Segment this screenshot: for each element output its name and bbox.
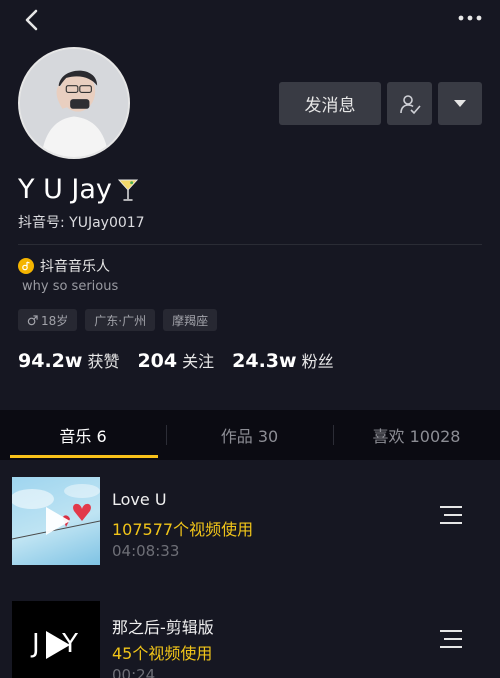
following-count: 204 <box>137 350 178 372</box>
divider <box>18 244 482 245</box>
followers-label: 粉丝 <box>301 352 334 371</box>
tag-zodiac: 摩羯座 <box>163 309 218 331</box>
stat-followers[interactable]: 24.3w 粉丝 <box>232 348 333 372</box>
male-icon <box>27 314 38 325</box>
tab-bar: 音乐 6 作品 30 喜欢 10028 <box>0 410 500 460</box>
likes-count: 94.2w <box>18 350 83 372</box>
music-item[interactable]: J Y 那之后-剪辑版 45个视频使用 00:24 <box>0 598 500 678</box>
tab-music[interactable]: 音乐 6 <box>0 410 166 460</box>
play-icon[interactable] <box>42 505 72 537</box>
back-icon[interactable] <box>22 8 44 32</box>
bio: why so serious <box>22 279 119 294</box>
music-item[interactable]: Love U 107577个视频使用 04:08:33 <box>0 474 500 569</box>
verification-row: 抖音音乐人 <box>18 256 110 276</box>
douyin-id: 抖音号: YUJay0017 <box>18 215 145 231</box>
tag-list: 18岁 广东·广州 摩羯座 <box>18 309 218 331</box>
song-usage: 45个视频使用 <box>112 644 213 663</box>
tab-likes[interactable]: 喜欢 10028 <box>333 410 500 460</box>
song-title: Love U <box>112 490 167 509</box>
more-icon[interactable] <box>458 14 482 22</box>
stat-following[interactable]: 204 关注 <box>137 348 214 372</box>
song-duration: 04:08:33 <box>112 542 180 560</box>
nickname: Y U Jay <box>18 174 138 205</box>
song-usage: 107577个视频使用 <box>112 520 254 539</box>
verify-badge-icon <box>18 258 34 274</box>
tag-location: 广东·广州 <box>85 309 156 331</box>
likes-label: 获赞 <box>87 352 120 371</box>
avatar[interactable] <box>18 47 130 159</box>
stat-likes[interactable]: 94.2w 获赞 <box>18 348 119 372</box>
nickname-text: Y U Jay <box>18 174 112 205</box>
song-title: 那之后-剪辑版 <box>112 618 214 637</box>
stats-row: 94.2w 获赞 204 关注 24.3w 粉丝 <box>18 348 334 372</box>
song-duration: 00:24 <box>112 666 156 678</box>
tag-location-label: 广东·广州 <box>94 313 147 328</box>
cocktail-icon <box>117 179 138 201</box>
send-message-button[interactable]: 发消息 <box>279 82 381 125</box>
top-bar <box>0 0 500 40</box>
user-check-icon <box>399 94 421 114</box>
caret-down-icon <box>454 99 466 107</box>
play-icon[interactable] <box>42 629 72 661</box>
following-label: 关注 <box>182 352 215 371</box>
verify-label: 抖音音乐人 <box>40 259 110 275</box>
tag-zodiac-label: 摩羯座 <box>172 313 209 328</box>
tag-age: 18岁 <box>18 309 78 331</box>
music-cover[interactable]: J Y <box>12 601 100 678</box>
followed-button[interactable] <box>387 82 432 125</box>
tab-works[interactable]: 作品 30 <box>166 410 333 460</box>
music-cover[interactable] <box>12 477 100 565</box>
recommend-dropdown-button[interactable] <box>438 82 482 125</box>
menu-icon[interactable] <box>438 628 464 650</box>
tag-age-label: 18岁 <box>41 313 69 328</box>
tab-active-indicator <box>10 455 158 458</box>
followers-count: 24.3w <box>232 350 297 372</box>
menu-icon[interactable] <box>438 504 464 526</box>
